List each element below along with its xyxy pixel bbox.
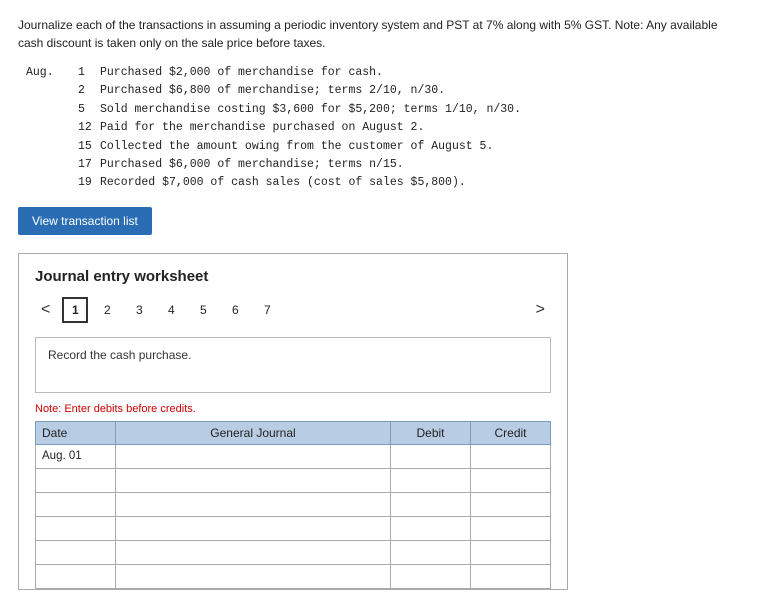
- credit-cell[interactable]: [471, 444, 551, 468]
- date-cell: [36, 492, 116, 516]
- credit-cell[interactable]: [471, 516, 551, 540]
- debit-cell[interactable]: [391, 516, 471, 540]
- col-header-debit: Debit: [391, 421, 471, 444]
- table-row: [36, 468, 551, 492]
- date-cell: [36, 540, 116, 564]
- gj-cell[interactable]: [116, 540, 391, 564]
- gj-cell[interactable]: [116, 492, 391, 516]
- table-row: Aug. 01: [36, 444, 551, 468]
- date-cell: Aug. 01: [36, 444, 116, 468]
- credit-cell[interactable]: [471, 492, 551, 516]
- worksheet-title: Journal entry worksheet: [35, 268, 551, 285]
- debit-cell[interactable]: [391, 468, 471, 492]
- debit-cell[interactable]: [391, 492, 471, 516]
- gj-cell[interactable]: [116, 516, 391, 540]
- next-page-arrow[interactable]: >: [530, 299, 551, 321]
- table-row: [36, 564, 551, 588]
- table-row: [36, 492, 551, 516]
- credit-cell[interactable]: [471, 564, 551, 588]
- transaction-list: Aug. 1 Purchased $2,000 of merchandise f…: [18, 64, 762, 193]
- credit-cell[interactable]: [471, 468, 551, 492]
- page-4-button[interactable]: 4: [158, 297, 184, 323]
- page-1-button[interactable]: 1: [62, 297, 88, 323]
- page-2-button[interactable]: 2: [94, 297, 120, 323]
- prev-page-arrow[interactable]: <: [35, 299, 56, 321]
- view-transaction-list-button[interactable]: View transaction list: [18, 207, 152, 235]
- date-cell: [36, 564, 116, 588]
- gj-cell[interactable]: [116, 564, 391, 588]
- debit-cell[interactable]: [391, 564, 471, 588]
- table-row: [36, 516, 551, 540]
- journal-table: Date General Journal Debit Credit Aug. 0…: [35, 421, 551, 589]
- credit-cell[interactable]: [471, 540, 551, 564]
- month-label: Aug.: [26, 64, 78, 82]
- note-text: Note: Enter debits before credits.: [35, 403, 551, 415]
- col-header-credit: Credit: [471, 421, 551, 444]
- page-6-button[interactable]: 6: [222, 297, 248, 323]
- worksheet-container: Journal entry worksheet < 1 2 3 4 5 6 7 …: [18, 253, 568, 590]
- gj-cell[interactable]: [116, 468, 391, 492]
- date-cell: [36, 468, 116, 492]
- gj-cell[interactable]: [116, 444, 391, 468]
- page-navigation: < 1 2 3 4 5 6 7 >: [35, 297, 551, 323]
- record-instruction-box: Record the cash purchase.: [35, 337, 551, 393]
- debit-cell[interactable]: [391, 444, 471, 468]
- page-7-button[interactable]: 7: [254, 297, 280, 323]
- page-5-button[interactable]: 5: [190, 297, 216, 323]
- debit-cell[interactable]: [391, 540, 471, 564]
- date-cell: [36, 516, 116, 540]
- col-header-date: Date: [36, 421, 116, 444]
- table-row: [36, 540, 551, 564]
- intro-paragraph: Journalize each of the transactions in a…: [18, 16, 758, 52]
- record-instruction-text: Record the cash purchase.: [48, 348, 191, 362]
- page-3-button[interactable]: 3: [126, 297, 152, 323]
- col-header-general-journal: General Journal: [116, 421, 391, 444]
